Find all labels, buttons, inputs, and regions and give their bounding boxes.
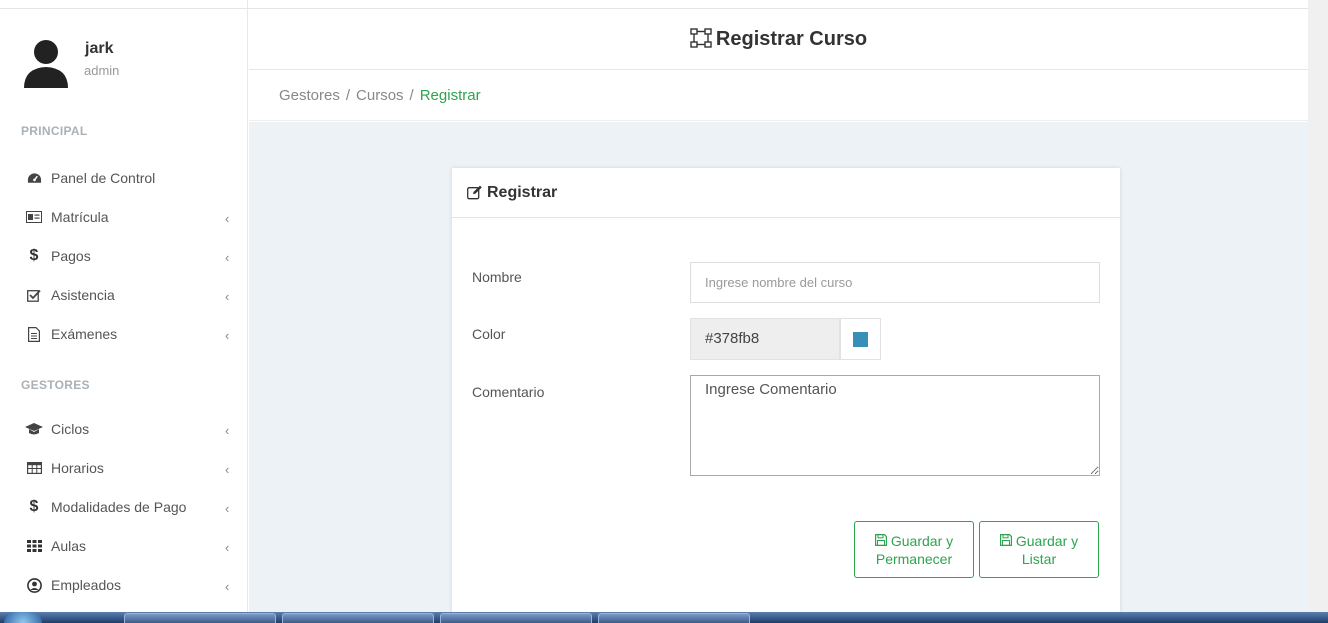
color-value-field[interactable]: #378fb8 <box>690 318 840 360</box>
diagram-icon <box>690 28 712 54</box>
sidebar-item-aulas[interactable]: Aulas ‹ <box>0 528 247 564</box>
graduation-cap-icon <box>25 422 43 436</box>
sidebar-item-horarios[interactable]: Horarios ‹ <box>0 450 247 486</box>
chevron-left-icon: ‹ <box>225 501 230 516</box>
id-card-icon <box>25 211 43 223</box>
chevron-left-icon: ‹ <box>225 423 230 438</box>
sidebar-item-empleados[interactable]: Empleados ‹ <box>0 567 247 603</box>
color-picker-button[interactable] <box>840 318 881 360</box>
save-and-stay-button[interactable]: Guardar y Permanecer <box>854 521 974 578</box>
dollar-icon: $ <box>29 247 39 264</box>
grid-icon <box>25 540 43 552</box>
breadcrumb-separator: / <box>345 87 351 104</box>
sidebar-item-label: Asistencia <box>51 287 115 303</box>
taskbar-button[interactable] <box>440 613 592 623</box>
taskbar-button[interactable] <box>598 613 750 623</box>
chevron-left-icon: ‹ <box>225 540 230 555</box>
save-icon <box>999 532 1012 550</box>
start-button[interactable] <box>4 612 42 623</box>
sidebar-item-examenes[interactable]: Exámenes ‹ <box>0 316 247 352</box>
save-and-list-button[interactable]: Guardar y Listar <box>979 521 1099 578</box>
taskbar-button[interactable] <box>282 613 434 623</box>
user-circle-icon <box>25 577 43 593</box>
save-icon <box>874 532 887 550</box>
os-taskbar <box>0 612 1328 623</box>
sidebar-item-modalidades-de-pago[interactable]: $ Modalidades de Pago ‹ <box>0 489 247 525</box>
sidebar-item-label: Aulas <box>51 538 87 554</box>
dashboard-icon <box>25 172 43 185</box>
section-title-gestores: GESTORES <box>21 378 90 392</box>
window-scroll-area <box>1308 0 1328 612</box>
card-header: Registrar <box>452 168 1120 218</box>
sidebar: jark admin PRINCIPAL Panel de Control Ma… <box>0 0 248 612</box>
button-label-line2: Listar <box>1021 550 1057 567</box>
chevron-left-icon: ‹ <box>225 328 230 343</box>
breadcrumb-item-gestores[interactable]: Gestores <box>279 87 340 104</box>
edit-icon <box>467 185 483 200</box>
button-label-line2: Permanecer <box>875 550 953 567</box>
dollar-icon: $ <box>29 498 39 515</box>
color-swatch <box>853 331 868 347</box>
breadcrumb-item-cursos[interactable]: Cursos <box>356 87 404 104</box>
sidebar-item-label: Pagos <box>51 248 91 264</box>
header: Registrar Curso <box>249 10 1308 70</box>
button-label-line1: Guardar y <box>1015 532 1079 549</box>
sidebar-item-label: Ciclos <box>51 421 90 437</box>
name-label: Nombre <box>472 269 522 285</box>
sidebar-item-ciclos[interactable]: Ciclos ‹ <box>0 411 247 447</box>
course-name-input[interactable] <box>690 262 1100 303</box>
chevron-left-icon: ‹ <box>225 289 230 304</box>
breadcrumb: Gestores / Cursos / Registrar <box>249 71 1308 121</box>
document-icon <box>25 326 43 342</box>
top-divider <box>0 8 1308 9</box>
user-name: jark <box>85 40 114 57</box>
sidebar-item-matricula[interactable]: Matrícula ‹ <box>0 199 247 235</box>
sidebar-item-label: Empleados <box>51 577 122 593</box>
taskbar-button[interactable] <box>124 613 276 623</box>
user-panel: jark admin <box>22 38 242 92</box>
sidebar-item-label: Panel de Control <box>51 170 156 186</box>
avatar <box>24 40 68 88</box>
comment-label: Comentario <box>472 384 545 400</box>
color-label: Color <box>472 326 506 342</box>
breadcrumb-item-registrar: Registrar <box>419 87 481 104</box>
chevron-left-icon: ‹ <box>225 462 230 477</box>
sidebar-item-label: Modalidades de Pago <box>51 499 187 515</box>
table-icon <box>25 462 43 474</box>
section-title-principal: PRINCIPAL <box>21 124 88 138</box>
sidebar-item-panel-de-control[interactable]: Panel de Control <box>0 160 247 196</box>
comment-textarea[interactable] <box>690 375 1100 476</box>
sidebar-item-label: Horarios <box>51 460 104 476</box>
user-role: admin <box>84 63 120 78</box>
sidebar-item-label: Exámenes <box>51 326 118 342</box>
page-title-text: Registrar Curso <box>715 28 868 50</box>
breadcrumb-separator: / <box>409 87 414 104</box>
page-title: Registrar Curso <box>249 28 1308 54</box>
card-title: Registrar <box>487 183 558 201</box>
chevron-left-icon: ‹ <box>225 250 230 265</box>
sidebar-item-asistencia[interactable]: Asistencia ‹ <box>0 277 247 313</box>
chevron-left-icon: ‹ <box>225 579 230 594</box>
sidebar-item-label: Matrícula <box>51 209 109 225</box>
chevron-left-icon: ‹ <box>225 211 230 226</box>
check-square-icon <box>25 289 43 302</box>
sidebar-item-pagos[interactable]: $ Pagos ‹ <box>0 238 247 274</box>
button-label-line1: Guardar y <box>890 532 954 549</box>
